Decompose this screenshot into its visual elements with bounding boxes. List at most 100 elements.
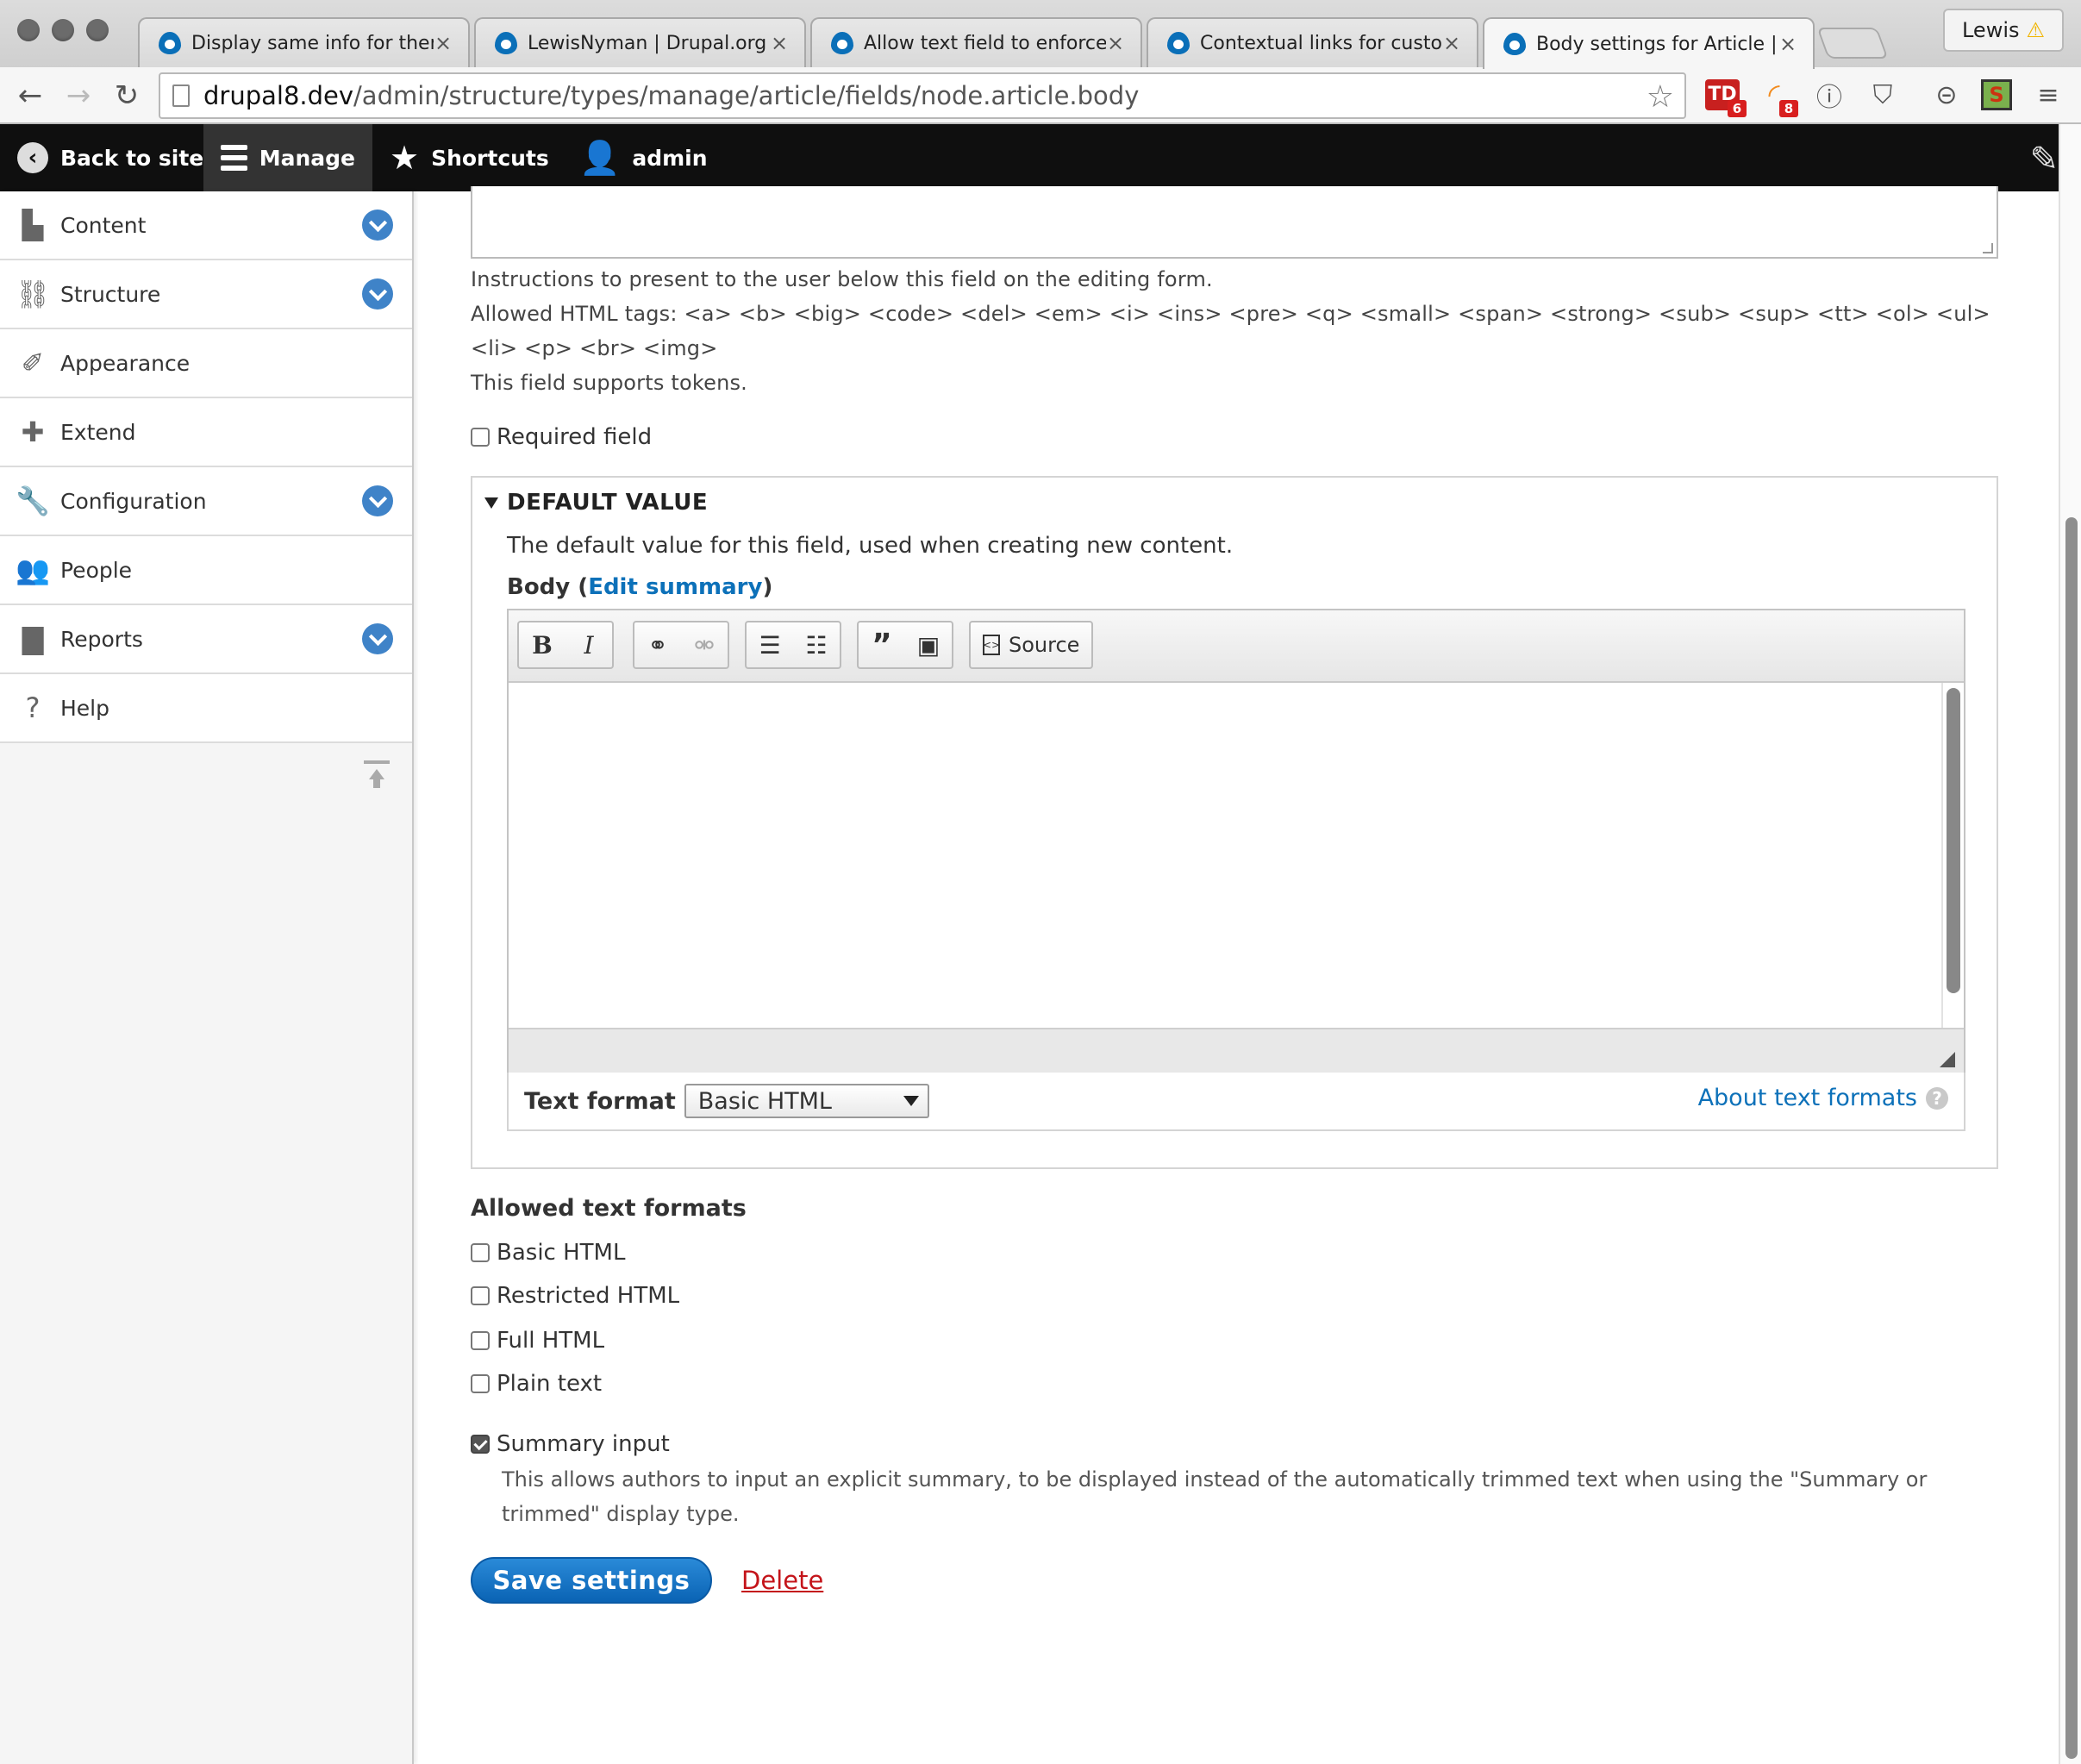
tab-close-icon[interactable]: × xyxy=(770,31,789,55)
browser-tab-2[interactable]: LewisNyman | Drupal.org × xyxy=(474,17,806,67)
rss-extension-icon[interactable]: ◜ 8 xyxy=(1755,76,1798,117)
sidebar-item-appearance[interactable]: ✐ Appearance xyxy=(0,329,412,398)
help-icon[interactable]: ? xyxy=(1926,1086,1948,1110)
reload-icon[interactable]: ↻ xyxy=(107,76,147,116)
blockquote-icon[interactable]: ” xyxy=(859,622,905,667)
body-label-text: Body xyxy=(507,574,571,600)
back-chevron-icon: ‹ xyxy=(17,142,48,173)
sidebar-item-configuration[interactable]: 🔧 Configuration xyxy=(0,467,412,536)
numbered-list-icon[interactable]: ☷ xyxy=(793,622,840,667)
sidebar-item-structure[interactable]: ⛓ Structure xyxy=(0,260,412,329)
window-minimize-button[interactable] xyxy=(52,19,74,41)
window-close-button[interactable] xyxy=(17,19,40,41)
sidebar-item-reports[interactable]: ▇ Reports xyxy=(0,605,412,674)
chevron-down-icon[interactable] xyxy=(362,210,393,241)
link-icon[interactable]: ⚭ xyxy=(634,622,681,667)
format-option-restricted-html[interactable]: Restricted HTML xyxy=(471,1283,679,1309)
image-icon[interactable]: ▣ xyxy=(905,622,952,667)
editor-scrollbar-thumb[interactable] xyxy=(1947,688,1960,993)
save-settings-button[interactable]: Save settings xyxy=(471,1557,712,1604)
triangle-down-icon xyxy=(484,497,498,509)
sidebar-item-help[interactable]: ? Help xyxy=(0,674,412,743)
browser-tab-1[interactable]: Display same info for theme × xyxy=(138,17,470,67)
manage-tab[interactable]: Manage xyxy=(203,124,372,191)
chevron-down-icon[interactable] xyxy=(362,623,393,654)
help-text-textarea[interactable] xyxy=(471,186,1998,259)
user-tab[interactable]: 👤 admin xyxy=(562,124,725,191)
profile-button[interactable]: Lewis ⚠ xyxy=(1943,9,2064,52)
plain-text-checkbox[interactable] xyxy=(471,1374,490,1393)
drupal-favicon-icon xyxy=(1167,32,1190,54)
edit-pencil-icon[interactable]: ✎ xyxy=(2029,140,2059,179)
bookmark-star-icon[interactable]: ☆ xyxy=(1647,79,1674,115)
delete-link[interactable]: Delete xyxy=(741,1566,823,1595)
address-bar[interactable]: drupal8.dev/admin/structure/types/manage… xyxy=(159,72,1686,119)
italic-button[interactable]: I xyxy=(566,622,612,667)
sidebar-item-label: Structure xyxy=(60,281,161,307)
basic-html-checkbox[interactable] xyxy=(471,1243,490,1262)
s-extension-icon[interactable]: S xyxy=(1978,76,2015,114)
page-scrollbar[interactable] xyxy=(2059,124,2081,1764)
editor-resize-icon[interactable] xyxy=(1940,1052,1955,1067)
forward-arrow-icon[interactable]: → xyxy=(59,76,98,116)
chevron-down-icon[interactable] xyxy=(362,485,393,516)
bold-button[interactable]: B xyxy=(519,622,566,667)
summary-input-label: Summary input xyxy=(497,1431,670,1457)
sidebar-collapse-icon[interactable] xyxy=(364,760,390,791)
sidebar-item-content[interactable]: ▙ Content xyxy=(0,191,412,260)
tab-close-icon[interactable]: × xyxy=(434,31,453,55)
browser-tab-5-active[interactable]: Body settings for Article | Si × xyxy=(1483,17,1815,69)
back-to-site-link[interactable]: ‹ Back to site xyxy=(0,124,221,191)
td-extension-icon[interactable]: TD 6 xyxy=(1703,76,1747,117)
page-scrollbar-thumb[interactable] xyxy=(2065,517,2078,1759)
sidebar-item-label: Help xyxy=(60,695,109,721)
editor-scrollbar-track[interactable] xyxy=(1941,683,1964,1028)
source-label: Source xyxy=(1009,633,1080,657)
browser-tab-4[interactable]: Contextual links for custom × xyxy=(1147,17,1478,67)
sidebar-item-people[interactable]: 👥 People xyxy=(0,536,412,605)
source-code-icon: <> xyxy=(983,635,1000,655)
sidebar-item-extend[interactable]: ✚ Extend xyxy=(0,398,412,467)
window-zoom-button[interactable] xyxy=(86,19,109,41)
summary-input-checkbox[interactable] xyxy=(471,1435,490,1454)
required-field-checkbox-row[interactable]: Required field xyxy=(471,424,652,450)
chevron-down-icon[interactable] xyxy=(362,278,393,310)
required-field-checkbox[interactable] xyxy=(471,428,490,447)
tab-close-icon[interactable]: × xyxy=(1106,31,1125,55)
wrench-icon: 🔧 xyxy=(16,485,50,517)
format-option-plain-text[interactable]: Plain text xyxy=(471,1371,602,1397)
back-arrow-icon[interactable]: ← xyxy=(10,76,50,116)
unlink-icon[interactable]: ⚮ xyxy=(681,622,728,667)
shortcuts-tab[interactable]: ★ Shortcuts xyxy=(372,124,566,191)
edit-summary-link[interactable]: Edit summary xyxy=(588,574,762,600)
source-button[interactable]: <> Source xyxy=(971,633,1091,657)
format-option-full-html[interactable]: Full HTML xyxy=(471,1328,604,1354)
default-value-toggle[interactable]: DEFAULT VALUE xyxy=(484,490,708,516)
editor-footer xyxy=(509,1028,1964,1073)
user-label: admin xyxy=(632,145,708,171)
pocket-extension-icon[interactable]: ⛉ xyxy=(1864,76,1902,114)
format-option-basic-html[interactable]: Basic HTML xyxy=(471,1240,625,1266)
editor-content-area[interactable] xyxy=(509,683,1964,1028)
ckeditor: B I ⚭ ⚮ ☰ ☷ ” ▣ <> Source xyxy=(507,609,1965,1073)
full-html-checkbox[interactable] xyxy=(471,1331,490,1350)
default-value-description: The default value for this field, used w… xyxy=(507,533,1234,559)
tab-close-icon[interactable]: × xyxy=(1778,32,1797,56)
onepassword-extension-icon[interactable]: ⓘ xyxy=(1810,76,1848,114)
about-text-formats-link[interactable]: About text formats ? xyxy=(1698,1085,1948,1111)
url-path: /admin/structure/types/manage/article/fi… xyxy=(353,81,1140,110)
chrome-menu-icon[interactable]: ≡ xyxy=(2029,76,2067,114)
bulleted-list-icon[interactable]: ☰ xyxy=(747,622,793,667)
off-extension-icon[interactable]: ⊝ xyxy=(1928,76,1965,114)
restricted-html-checkbox[interactable] xyxy=(471,1286,490,1305)
drupal-admin-toolbar: ‹ Back to site Manage ★ Shortcuts 👤 admi… xyxy=(0,124,2081,191)
summary-input-row[interactable]: Summary input xyxy=(471,1431,670,1457)
text-format-select[interactable]: Basic HTML xyxy=(684,1084,929,1118)
new-tab-button[interactable] xyxy=(1816,28,1889,59)
browser-tab-3[interactable]: Allow text field to enforce a × xyxy=(810,17,1142,67)
resize-grip-icon[interactable] xyxy=(1983,243,1993,253)
text-format-wrapper: Text format Basic HTML About text format… xyxy=(507,1073,1965,1131)
tab-title: LewisNyman | Drupal.org xyxy=(528,32,767,54)
tab-close-icon[interactable]: × xyxy=(1442,31,1461,55)
warning-icon: ⚠ xyxy=(2026,18,2046,42)
